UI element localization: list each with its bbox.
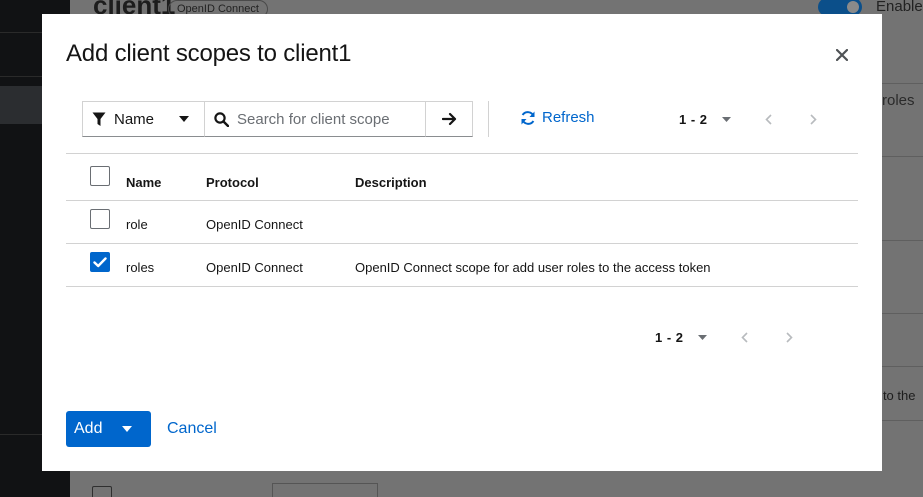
checkmark-icon bbox=[93, 256, 107, 267]
background-tab-fragment: roles bbox=[882, 92, 915, 109]
row-name-roles: roles bbox=[126, 260, 155, 275]
refresh-label: Refresh bbox=[542, 109, 595, 126]
table-top-border bbox=[66, 153, 858, 154]
pagination-toggle[interactable] bbox=[697, 335, 707, 340]
close-button[interactable] bbox=[832, 45, 852, 65]
row-checkbox-roles[interactable] bbox=[90, 252, 110, 272]
caret-down-icon bbox=[179, 116, 189, 122]
modal-title: Add client scopes to client1 bbox=[66, 40, 352, 67]
background-enable-label: Enable bbox=[876, 0, 923, 15]
table-bottom-border bbox=[66, 286, 858, 287]
next-page-button[interactable] bbox=[785, 332, 793, 343]
background-row-line bbox=[882, 313, 923, 314]
pagination-top: 1 - 2 bbox=[679, 112, 817, 127]
filter-attribute-label: Name bbox=[114, 110, 155, 128]
add-client-scopes-modal: Add client scopes to client1 Name Search… bbox=[42, 14, 882, 471]
row-checkbox-role[interactable] bbox=[90, 209, 110, 229]
background-row-line bbox=[882, 420, 923, 421]
refresh-button[interactable]: Refresh bbox=[520, 109, 595, 126]
background-row-checkbox bbox=[92, 486, 112, 497]
table-row-border bbox=[66, 243, 858, 244]
pagination-toggle[interactable] bbox=[721, 117, 731, 122]
cancel-button[interactable]: Cancel bbox=[167, 420, 217, 438]
column-header-protocol: Protocol bbox=[206, 175, 259, 190]
filter-attribute-select[interactable]: Name bbox=[82, 101, 204, 137]
next-page-button[interactable] bbox=[809, 114, 817, 125]
caret-down-icon bbox=[697, 335, 707, 340]
search-input[interactable] bbox=[237, 110, 417, 128]
chevron-right-icon bbox=[809, 114, 817, 125]
background-row-line bbox=[882, 366, 923, 367]
chevron-left-icon bbox=[740, 332, 748, 343]
background-row-select bbox=[272, 483, 378, 497]
chevron-right-icon bbox=[785, 332, 793, 343]
previous-page-button[interactable] bbox=[740, 332, 748, 343]
select-all-checkbox[interactable] bbox=[90, 166, 110, 186]
background-row-line bbox=[882, 240, 923, 241]
toolbar-divider bbox=[488, 101, 489, 137]
column-header-name[interactable]: Name bbox=[126, 175, 161, 190]
pagination-range[interactable]: 1 - 2 bbox=[679, 112, 708, 127]
row-description-roles: OpenID Connect scope for add user roles … bbox=[355, 260, 711, 275]
background-row-line bbox=[882, 156, 923, 157]
table-row-border bbox=[66, 200, 858, 201]
search-submit-button[interactable] bbox=[426, 101, 473, 137]
row-name-role: role bbox=[126, 217, 148, 232]
chevron-left-icon bbox=[764, 114, 772, 125]
caret-down-icon bbox=[721, 117, 731, 122]
row-protocol-roles: OpenID Connect bbox=[206, 260, 303, 275]
refresh-icon bbox=[521, 110, 535, 125]
search-icon bbox=[214, 111, 229, 127]
pagination-bottom: 1 - 2 bbox=[655, 330, 793, 345]
add-button[interactable]: Add bbox=[66, 411, 151, 447]
add-button-label: Add bbox=[74, 420, 103, 437]
search-toolbar: Name bbox=[82, 101, 473, 137]
search-field bbox=[204, 101, 426, 137]
arrow-right-icon bbox=[441, 112, 456, 126]
column-header-description: Description bbox=[355, 175, 427, 190]
row-protocol-role: OpenID Connect bbox=[206, 217, 303, 232]
previous-page-button[interactable] bbox=[764, 114, 772, 125]
filter-icon bbox=[92, 112, 106, 126]
close-icon bbox=[836, 49, 848, 61]
caret-down-icon bbox=[122, 426, 132, 432]
pagination-range[interactable]: 1 - 2 bbox=[655, 330, 684, 345]
background-row-line bbox=[882, 83, 923, 84]
